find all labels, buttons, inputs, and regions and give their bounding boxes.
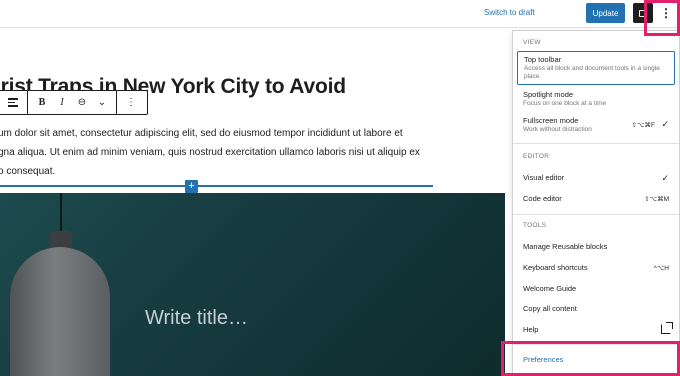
italic-button[interactable]: I (52, 91, 72, 114)
menu-item-label: Copy all content (523, 304, 577, 313)
menu-item-label: Keyboard shortcuts (523, 263, 588, 272)
align-group (0, 91, 28, 114)
menu-item-copy-all-content[interactable]: Copy all content (517, 301, 675, 316)
cover-title-placeholder[interactable]: Write title… (145, 307, 248, 330)
editor-section-heading: EDITOR (523, 153, 550, 160)
link-icon: ⊖ (77, 97, 87, 108)
tools-section-heading: TOOLS (523, 222, 547, 229)
switch-to-draft-link[interactable]: Switch to draft (484, 8, 535, 17)
menu-item-label: Manage Reusable blocks (523, 242, 608, 251)
check-icon: ✓ (661, 119, 669, 129)
block-inserter-line (0, 185, 433, 187)
paragraph-block[interactable]: um dolor sit amet, consectetur adipiscin… (0, 124, 438, 181)
check-icon: ✓ (661, 173, 669, 183)
chevron-down-icon: ⌄ (97, 97, 107, 108)
update-button[interactable]: Update (586, 3, 625, 23)
menu-item-code-editor[interactable]: Code editor ⇧⌥⌘M (517, 191, 675, 206)
highlight-preferences (501, 341, 680, 376)
lamp-socket (50, 231, 72, 247)
menu-item-label: Welcome Guide (523, 284, 577, 293)
cover-block[interactable]: Write title… (0, 193, 505, 376)
align-button[interactable] (3, 91, 23, 114)
highlight-options-button (644, 0, 680, 36)
menu-item-shortcut: ^⌥H (653, 265, 669, 272)
menu-item-label: Top toolbar (524, 55, 562, 64)
menu-item-description: Access all block and document tools in a… (524, 65, 660, 80)
menu-item-shortcut: ⇧⌥⌘M (644, 196, 669, 203)
menu-item-spotlight-mode[interactable]: Spotlight mode Focus on one block at a t… (517, 87, 675, 111)
vertical-ellipsis-icon: ⋮ (126, 97, 136, 108)
menu-item-shortcut: ⇧⌥⌘F (631, 122, 655, 129)
lamp-image (10, 247, 110, 376)
external-link-icon (661, 322, 673, 334)
options-dropdown-menu: VIEW Top toolbar Access all block and do… (512, 30, 680, 376)
menu-item-visual-editor[interactable]: Visual editor ✓ (517, 170, 675, 185)
block-inserter-button[interactable]: + (185, 180, 198, 193)
block-toolbar: B I ⊖ ⌄ ⋮ (0, 90, 148, 115)
menu-item-manage-reusable-blocks[interactable]: Manage Reusable blocks (517, 239, 675, 254)
more-formats-button[interactable]: ⌄ (92, 91, 112, 114)
menu-item-keyboard-shortcuts[interactable]: Keyboard shortcuts ^⌥H (517, 260, 675, 275)
menu-item-label: Help (523, 325, 539, 334)
block-options-button[interactable]: ⋮ (121, 91, 141, 114)
menu-divider (513, 214, 679, 215)
menu-item-description: Focus on one block at a time (523, 100, 607, 107)
paragraph-line: um dolor sit amet, consectetur adipiscin… (0, 128, 403, 139)
menu-item-label: Visual editor (523, 173, 565, 182)
lamp-cord (60, 193, 62, 233)
paragraph-line: gna aliqua. Ut enim ad minim veniam, qui… (0, 147, 420, 158)
menu-item-label: Spotlight mode (523, 90, 574, 99)
format-group: B I ⊖ ⌄ (28, 91, 117, 114)
menu-item-fullscreen-mode[interactable]: Fullscreen mode Work without distraction… (517, 113, 675, 137)
paragraph-line: o consequat. (0, 166, 56, 177)
menu-divider (513, 143, 679, 144)
menu-item-help[interactable]: Help (517, 322, 675, 337)
bold-button[interactable]: B (32, 91, 52, 114)
align-left-icon (8, 96, 18, 108)
link-button[interactable]: ⊖ (72, 91, 92, 114)
editor-header: Switch to draft Update ⋮ (0, 0, 680, 28)
menu-item-top-toolbar[interactable]: Top toolbar Access all block and documen… (517, 51, 675, 85)
menu-item-welcome-guide[interactable]: Welcome Guide (517, 281, 675, 296)
view-section-heading: VIEW (523, 39, 541, 46)
block-options-group: ⋮ (117, 91, 145, 114)
